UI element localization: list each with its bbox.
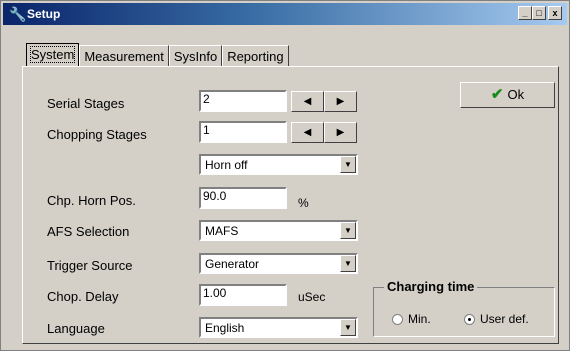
wrench-icon: 🔧 — [9, 6, 27, 22]
checkmark-icon: ✔ — [490, 86, 504, 103]
chp-horn-pos-unit: % — [298, 196, 309, 210]
chop-delay-unit: uSec — [298, 290, 326, 304]
tab-bar: System Measurement SysInfo Reporting — [26, 43, 289, 67]
chevron-down-icon[interactable]: ▼ — [340, 222, 356, 239]
radio-icon — [392, 313, 403, 325]
chopping-stages-label: Chopping Stages — [47, 127, 147, 142]
window-title: Setup — [27, 7, 61, 21]
minimize-button[interactable]: _ — [518, 6, 532, 20]
serial-stages-input[interactable]: 2 — [199, 90, 287, 112]
setup-window: 🔧 Setup _ □ x System Measurement SysInfo… — [0, 0, 570, 351]
serial-stages-decrement-button[interactable]: ◀ — [291, 91, 324, 112]
ok-button[interactable]: ✔ Ok — [460, 82, 555, 108]
tab-reporting[interactable]: Reporting — [222, 45, 289, 67]
ok-button-label: Ok — [507, 87, 525, 102]
chevron-down-icon[interactable]: ▼ — [340, 156, 356, 173]
trigger-source-value: Generator — [205, 257, 260, 271]
charging-time-min-radio[interactable]: Min. — [392, 312, 431, 326]
charging-time-userdef-label: User def. — [480, 312, 529, 326]
chopping-stages-input[interactable]: 1 — [199, 121, 287, 143]
horn-select[interactable]: Horn off ▼ — [199, 154, 358, 175]
close-button[interactable]: x — [548, 6, 562, 20]
maximize-button[interactable]: □ — [532, 6, 546, 20]
charging-time-userdef-radio[interactable]: User def. — [464, 312, 529, 326]
serial-stages-increment-button[interactable]: ▶ — [324, 91, 357, 112]
chop-delay-input[interactable]: 1.00 — [199, 284, 287, 306]
chop-delay-value: 1.00 — [203, 286, 227, 300]
afs-selection-value: MAFS — [205, 224, 239, 238]
chopping-stages-increment-button[interactable]: ▶ — [324, 122, 357, 143]
tab-system-label: System — [29, 46, 76, 63]
charging-time-min-label: Min. — [408, 312, 431, 326]
chopping-stages-value: 1 — [203, 123, 210, 137]
tab-system[interactable]: System — [26, 43, 80, 67]
chp-horn-pos-label: Chp. Horn Pos. — [47, 193, 136, 208]
chp-horn-pos-value: 90.0 — [203, 189, 227, 203]
charging-time-group: Charging time Min. User def. — [373, 279, 555, 337]
charging-time-title: Charging time — [384, 279, 478, 295]
chevron-down-icon[interactable]: ▼ — [340, 319, 356, 336]
title-bar[interactable]: 🔧 Setup _ □ x — [3, 3, 567, 25]
language-select[interactable]: English ▼ — [199, 317, 358, 338]
chp-horn-pos-input[interactable]: 90.0 — [199, 187, 287, 209]
chop-delay-label: Chop. Delay — [47, 289, 119, 304]
trigger-source-select[interactable]: Generator ▼ — [199, 253, 358, 274]
tab-measurement[interactable]: Measurement — [79, 45, 169, 67]
serial-stages-label: Serial Stages — [47, 96, 125, 111]
language-label: Language — [47, 321, 105, 336]
trigger-source-label: Trigger Source — [47, 258, 133, 273]
afs-selection-label: AFS Selection — [47, 224, 130, 239]
serial-stages-value: 2 — [203, 92, 210, 106]
chopping-stages-decrement-button[interactable]: ◀ — [291, 122, 324, 143]
tab-sysinfo[interactable]: SysInfo — [168, 45, 223, 67]
language-value: English — [205, 321, 245, 335]
afs-selection-select[interactable]: MAFS ▼ — [199, 220, 358, 241]
horn-select-value: Horn off — [205, 158, 248, 172]
radio-selected-icon — [464, 313, 475, 325]
chevron-down-icon[interactable]: ▼ — [340, 255, 356, 272]
